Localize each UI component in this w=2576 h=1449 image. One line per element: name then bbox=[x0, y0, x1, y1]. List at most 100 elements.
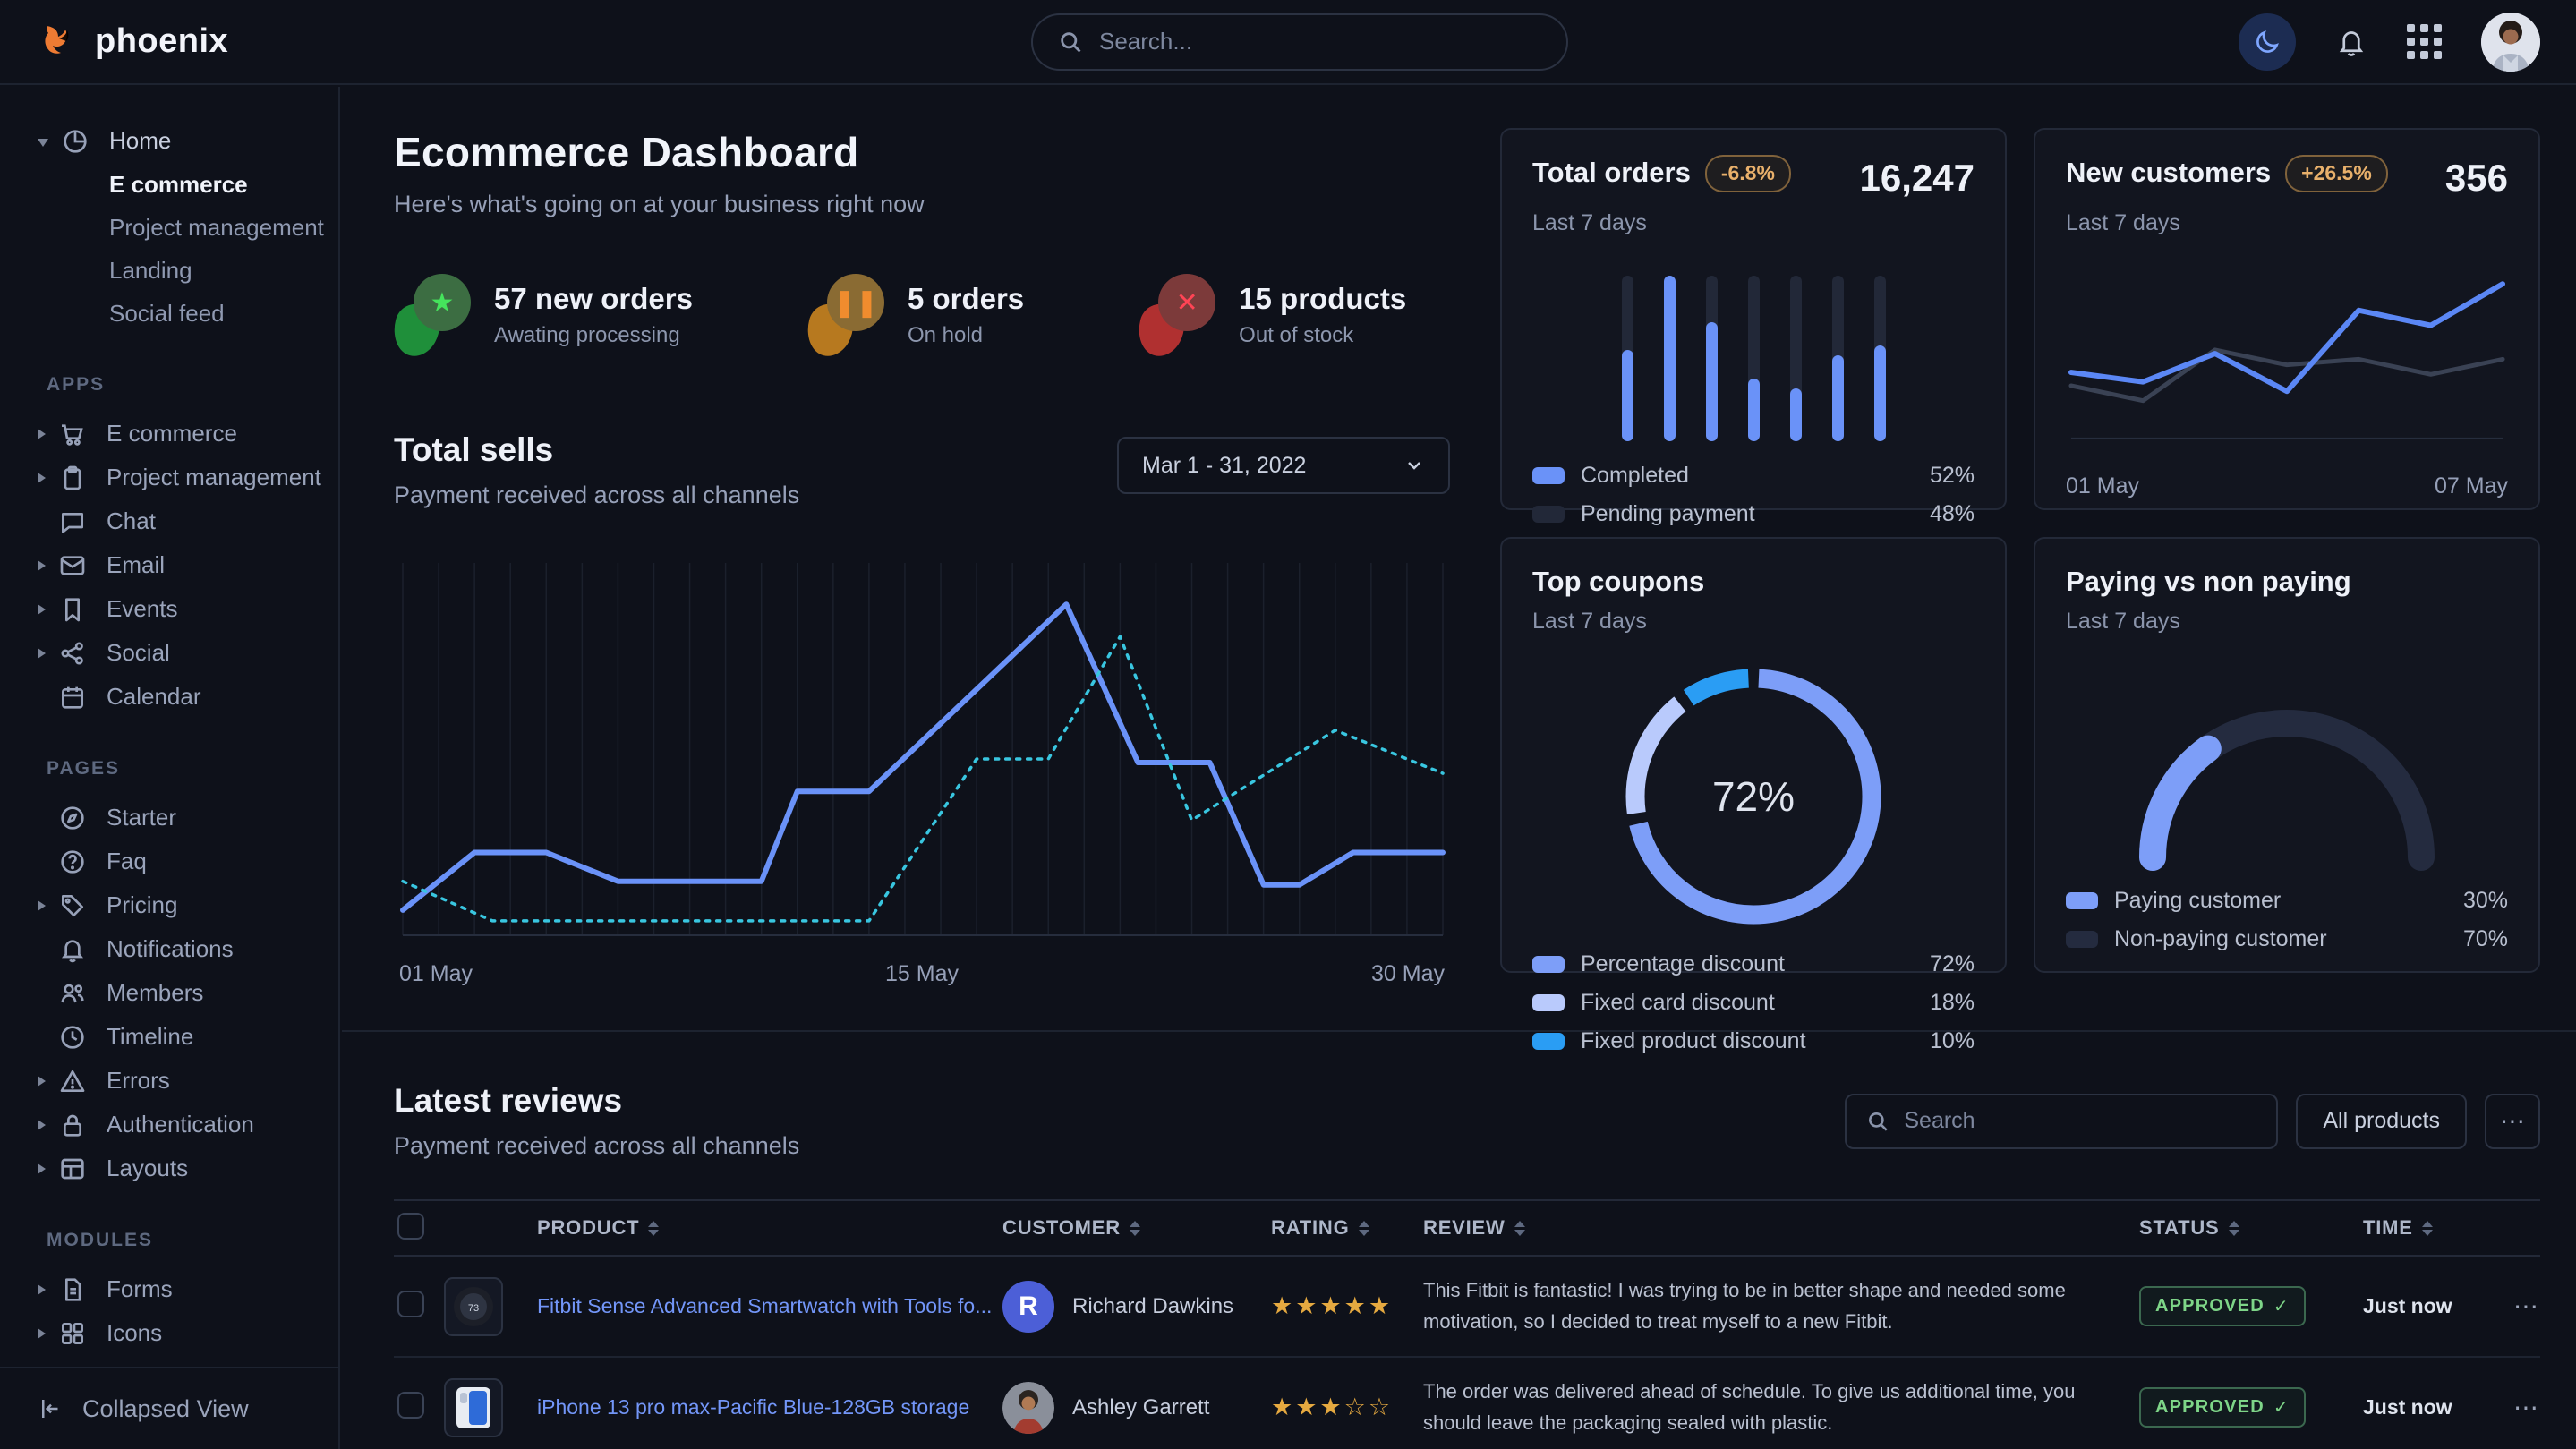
sidebar-item-calendar[interactable]: Calendar bbox=[0, 675, 338, 719]
row-checkbox[interactable] bbox=[397, 1291, 424, 1317]
delta-badge: +26.5% bbox=[2285, 155, 2388, 192]
sidebar-item-label: Project management bbox=[107, 464, 321, 491]
sidebar-item-email[interactable]: Email bbox=[0, 543, 338, 587]
sidebar-item-forms[interactable]: Forms bbox=[0, 1267, 338, 1311]
chevron-right-icon bbox=[38, 1120, 46, 1130]
sidebar-item-notifications[interactable]: Notifications bbox=[0, 927, 338, 971]
sidebar-item-members[interactable]: Members bbox=[0, 971, 338, 1015]
chevron-right-icon bbox=[38, 429, 46, 439]
notifications-button[interactable] bbox=[2335, 26, 2367, 58]
collapsed-view-toggle[interactable]: Collapsed View bbox=[0, 1367, 338, 1449]
sidebar-subitem-project-management[interactable]: Project management bbox=[0, 206, 338, 249]
review-text: The order was delivered ahead of schedul… bbox=[1423, 1377, 2139, 1437]
sidebar-item-faq[interactable]: Faq bbox=[0, 840, 338, 883]
sidebar-item-label: Layouts bbox=[107, 1155, 188, 1182]
column-header-review[interactable]: REVIEW bbox=[1423, 1216, 2139, 1240]
column-header-product[interactable]: PRODUCT bbox=[537, 1216, 1002, 1240]
column-header-rating[interactable]: RATING bbox=[1271, 1216, 1423, 1240]
card-title: New customers bbox=[2066, 157, 2271, 189]
layout-icon bbox=[58, 1154, 89, 1184]
brand[interactable]: phoenix bbox=[38, 21, 342, 64]
sidebar-item-authentication[interactable]: Authentication bbox=[0, 1103, 338, 1146]
sidebar-subitem-label: Social feed bbox=[109, 300, 225, 328]
sidebar-item-ecommerce-app[interactable]: E commerce bbox=[0, 412, 338, 456]
legend-pct: 48% bbox=[1930, 501, 1975, 527]
check-icon: ✓ bbox=[2273, 1396, 2290, 1419]
delta-badge: -6.8% bbox=[1705, 155, 1791, 192]
reviews-search-input[interactable] bbox=[1904, 1108, 2256, 1134]
user-avatar[interactable] bbox=[2481, 13, 2540, 72]
sidebar-item-errors[interactable]: Errors bbox=[0, 1059, 338, 1103]
chevron-right-icon bbox=[38, 1163, 46, 1174]
product-link[interactable]: Fitbit Sense Advanced Smartwatch with To… bbox=[537, 1294, 992, 1317]
page-subtitle: Here's what's going on at your business … bbox=[394, 191, 1450, 218]
sidebar-item-label: Forms bbox=[107, 1275, 173, 1303]
users-icon bbox=[58, 978, 89, 1009]
column-header-status[interactable]: STATUS bbox=[2139, 1216, 2363, 1240]
stat-value: 15 products bbox=[1239, 282, 1406, 316]
order-bar bbox=[1706, 276, 1718, 441]
row-more-button[interactable]: ⋯ bbox=[2513, 1291, 2546, 1321]
sidebar-scroll: Home E commerce Project management Landi… bbox=[0, 87, 338, 1367]
sidebar-item-starter[interactable]: Starter bbox=[0, 796, 338, 840]
rating-stars: ★★★★★ bbox=[1271, 1292, 1423, 1320]
column-header-customer[interactable]: CUSTOMER bbox=[1002, 1216, 1271, 1240]
product-thumbnail-iphone bbox=[444, 1378, 503, 1437]
sidebar-item-chat[interactable]: Chat bbox=[0, 499, 338, 543]
sidebar-item-events[interactable]: Events bbox=[0, 587, 338, 631]
column-header-time[interactable]: TIME bbox=[2363, 1216, 2513, 1240]
reviews-search[interactable] bbox=[1845, 1094, 2278, 1149]
sidebar-item-label: Email bbox=[107, 551, 165, 579]
sidebar-subitem-social-feed[interactable]: Social feed bbox=[0, 292, 338, 335]
sidebar-item-layouts[interactable]: Layouts bbox=[0, 1146, 338, 1190]
compass-icon bbox=[58, 803, 89, 833]
sidebar-subitem-ecommerce[interactable]: E commerce bbox=[0, 163, 338, 206]
product-link[interactable]: iPhone 13 pro max-Pacific Blue-128GB sto… bbox=[537, 1395, 969, 1419]
sidebar-item-home[interactable]: Home bbox=[0, 119, 338, 163]
sidebar-item-label: Icons bbox=[107, 1319, 162, 1347]
theme-toggle-button[interactable] bbox=[2239, 13, 2296, 71]
order-bar bbox=[1748, 276, 1760, 441]
sort-icon bbox=[2229, 1221, 2239, 1236]
new-customers-x-ticks: 01 May 07 May bbox=[2066, 473, 2508, 499]
stat-on-hold: ❚❚ 5 orders On hold bbox=[807, 274, 1024, 356]
apps-grid-button[interactable] bbox=[2407, 24, 2442, 59]
svg-text:73: 73 bbox=[468, 1303, 479, 1314]
legend-pct: 18% bbox=[1930, 990, 1975, 1016]
row-checkbox[interactable] bbox=[397, 1392, 424, 1419]
global-search-input[interactable] bbox=[1099, 28, 1541, 55]
sidebar-item-icons[interactable]: Icons bbox=[0, 1311, 338, 1355]
date-range-select[interactable]: Mar 1 - 31, 2022 bbox=[1117, 437, 1450, 494]
legend-pct: 70% bbox=[2463, 926, 2508, 952]
kpi-cards: Total orders -6.8% 16,247 Last 7 days Co… bbox=[1500, 128, 2540, 987]
stat-value: 5 orders bbox=[908, 282, 1024, 316]
donut-center-value: 72% bbox=[1615, 658, 1892, 935]
chevron-down-icon bbox=[38, 139, 48, 147]
reviews-table: PRODUCT CUSTOMER RATING REVIEW STATUS TI… bbox=[394, 1199, 2540, 1449]
status-badge: APPROVED✓ bbox=[2139, 1387, 2306, 1428]
all-products-button[interactable]: All products bbox=[2296, 1094, 2467, 1149]
sidebar-item-timeline[interactable]: Timeline bbox=[0, 1015, 338, 1059]
stat-value: 57 new orders bbox=[494, 282, 693, 316]
sidebar-item-label: E commerce bbox=[107, 420, 237, 447]
top-coupons-donut-chart: 72% bbox=[1615, 658, 1892, 935]
new-customers-line-chart: 01 May 07 May bbox=[2066, 236, 2508, 499]
sidebar-item-project-management-app[interactable]: Project management bbox=[0, 456, 338, 499]
reviews-more-button[interactable]: ⋯ bbox=[2485, 1094, 2540, 1149]
cart-icon bbox=[58, 419, 89, 449]
chevron-down-icon bbox=[1403, 455, 1425, 476]
global-search[interactable] bbox=[1031, 13, 1568, 71]
sidebar-item-social[interactable]: Social bbox=[0, 631, 338, 675]
sort-icon bbox=[1514, 1221, 1525, 1236]
sidebar-item-pricing[interactable]: Pricing bbox=[0, 883, 338, 927]
sidebar-subitem-landing[interactable]: Landing bbox=[0, 249, 338, 292]
row-more-button[interactable]: ⋯ bbox=[2513, 1393, 2546, 1422]
latest-reviews-subtitle: Payment received across all channels bbox=[394, 1132, 799, 1160]
x-tick: 01 May bbox=[2066, 473, 2139, 499]
time-value: Just now bbox=[2363, 1395, 2513, 1419]
sidebar-item-tables[interactable]: Tables bbox=[0, 1355, 338, 1367]
stat-sub: Awating processing bbox=[494, 323, 693, 348]
stat-sub: Out of stock bbox=[1239, 323, 1406, 348]
select-all-checkbox[interactable] bbox=[397, 1213, 424, 1240]
navbar-actions bbox=[2239, 13, 2540, 72]
